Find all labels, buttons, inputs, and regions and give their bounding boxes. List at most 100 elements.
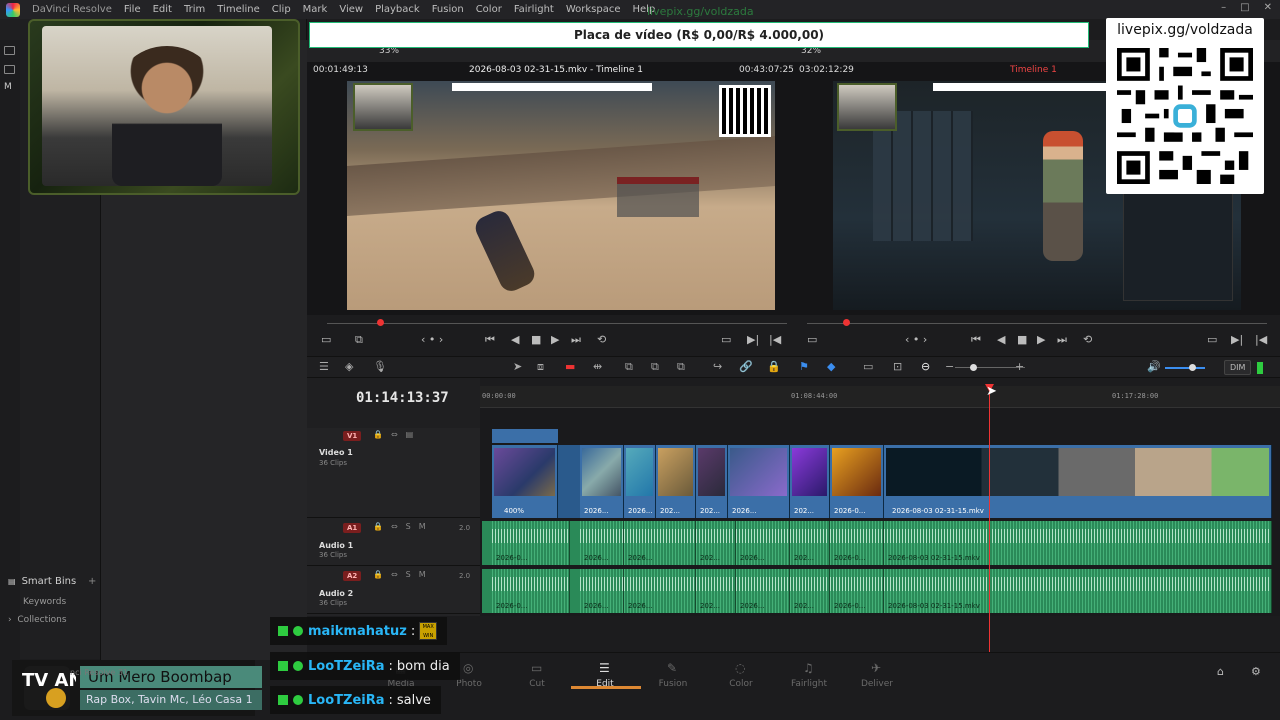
selection-tool-icon[interactable]: ➤ <box>513 360 522 373</box>
dynamic-trim-icon[interactable]: ⇹ <box>593 360 602 373</box>
match-frame-icon[interactable]: ▭ <box>1207 333 1217 346</box>
audio-clip[interactable]: 2026-0... <box>492 569 570 613</box>
panel-icon[interactable] <box>4 46 15 55</box>
track-header-a1[interactable]: A1 🔒⇔SM 2.0 Audio 1 36 Clips <box>307 520 480 566</box>
video-clip[interactable]: 2026... <box>580 445 624 518</box>
audio-clip[interactable]: 2026... <box>580 569 624 613</box>
menu-fairlight[interactable]: Fairlight <box>508 4 560 15</box>
minimize-button[interactable]: – <box>1221 2 1226 13</box>
link-icon[interactable]: 🔗 <box>739 360 753 373</box>
jog-icon[interactable]: ‹ • › <box>421 333 443 346</box>
go-to-start-icon[interactable]: ⏮ <box>971 333 981 347</box>
smart-bins-section[interactable]: ▤ Smart Bins + <box>8 576 96 587</box>
overlay-icon[interactable]: ⧉ <box>355 333 363 347</box>
audio-clip[interactable]: 202... <box>790 569 830 613</box>
viewer-options-icon[interactable]: ▭ <box>321 333 331 346</box>
menu-edit[interactable]: Edit <box>147 4 178 15</box>
video-clip[interactable]: 2026... <box>728 445 790 518</box>
page-deliver[interactable]: ✈ Deliver <box>847 661 907 689</box>
audio-clip[interactable]: 2026-08-03 02-31-15.mkv <box>884 521 1272 565</box>
trim-tool-icon[interactable]: ⧈ <box>537 360 544 374</box>
track-controls-icons[interactable]: 🔒⇔SM <box>373 522 434 531</box>
track-badge[interactable]: A1 <box>343 523 362 533</box>
audio-clip[interactable]: 2026-0... <box>830 521 884 565</box>
settings-gear-icon[interactable]: ⚙ <box>1251 665 1261 678</box>
speaker-icon[interactable]: 🔊 <box>1147 360 1161 373</box>
menu-workspace[interactable]: Workspace <box>560 4 627 15</box>
playhead-line[interactable] <box>989 386 990 652</box>
play-icon[interactable]: ▶ <box>1037 333 1045 346</box>
source-scrubber[interactable] <box>327 323 787 324</box>
audio-clip[interactable]: 202... <box>696 521 736 565</box>
menu-trim[interactable]: Trim <box>178 4 211 15</box>
audio-clip[interactable]: 2026... <box>580 521 624 565</box>
menu-fusion[interactable]: Fusion <box>426 4 470 15</box>
go-to-end-icon[interactable]: ⏭ <box>571 333 581 347</box>
match-frame-icon[interactable]: ▭ <box>721 333 731 346</box>
video-clip[interactable]: 202... <box>790 445 830 518</box>
video-clip[interactable]: 2026-0... <box>830 445 884 518</box>
menu-view[interactable]: View <box>333 4 369 15</box>
timeline-scrubber[interactable] <box>807 323 1267 324</box>
keywords-item[interactable]: Keywords <box>23 597 66 607</box>
mark-in-icon[interactable]: ▶| <box>747 333 759 346</box>
menu-clip[interactable]: Clip <box>266 4 297 15</box>
video-clip[interactable]: 2026... <box>624 445 656 518</box>
close-button[interactable]: ✕ <box>1264 2 1272 13</box>
lock-icon[interactable]: 🔒 <box>767 360 781 373</box>
source-clip-title[interactable]: 2026-08-03 02-31-15.mkv - Timeline 1 <box>469 65 643 75</box>
mark-in-icon[interactable]: ▶| <box>1231 333 1243 346</box>
source-playhead-marker[interactable] <box>377 319 384 326</box>
zoom-slider-knob[interactable] <box>970 364 977 371</box>
home-icon[interactable]: ⌂ <box>1217 665 1224 678</box>
video-clip[interactable]: 202... <box>656 445 696 518</box>
audio-clip[interactable]: 202... <box>696 569 736 613</box>
volume-slider[interactable] <box>1165 367 1205 369</box>
page-cut[interactable]: ▭ Cut <box>507 661 567 689</box>
go-to-end-icon[interactable]: ⏭ <box>1057 333 1067 347</box>
blade-tool-icon[interactable]: ▬ <box>565 360 575 373</box>
zoom-in-icon[interactable]: + <box>1015 360 1024 373</box>
collections-item[interactable]: › Collections <box>8 615 67 625</box>
menu-mark[interactable]: Mark <box>297 4 334 15</box>
jog-icon[interactable]: ‹ • › <box>905 333 927 346</box>
dim-button[interactable]: DIM <box>1224 360 1252 375</box>
track-controls-icons[interactable]: 🔒⇔SM <box>373 570 434 579</box>
video-clip[interactable]: 400% <box>492 445 558 518</box>
play-reverse-icon[interactable]: ◀ <box>511 333 519 346</box>
menu-timeline[interactable]: Timeline <box>211 4 266 15</box>
source-video-frame[interactable] <box>347 81 775 310</box>
page-fusion[interactable]: ✎ Fusion <box>643 661 703 689</box>
replace-icon[interactable]: ⧉ <box>677 360 685 374</box>
snapping-icon[interactable]: ↪ <box>713 360 722 373</box>
folder-icon[interactable] <box>4 65 15 74</box>
track-badge[interactable]: V1 <box>343 431 362 441</box>
flag-icon[interactable]: ⚑ <box>799 360 809 373</box>
menu-color[interactable]: Color <box>470 4 508 15</box>
timeline-playhead-marker[interactable] <box>843 319 850 326</box>
zoom-detail-icon[interactable]: ⊡ <box>893 360 902 373</box>
title-clip[interactable] <box>492 429 558 443</box>
master-bin-label[interactable]: M <box>4 82 20 92</box>
page-color[interactable]: ◌ Color <box>711 661 771 689</box>
timeline-timecode[interactable]: 01:14:13:37 <box>356 390 449 406</box>
microphone-icon[interactable]: 🎙 <box>373 360 387 373</box>
audio-clip[interactable]: 2026-08-03 02-31-15.mkv <box>884 569 1272 613</box>
audio-clip[interactable]: 2026... <box>624 569 696 613</box>
track-controls-icons[interactable]: 🔒⇔▤ <box>373 430 421 439</box>
audio-clip[interactable]: 2026... <box>736 569 790 613</box>
menu-playback[interactable]: Playback <box>369 4 426 15</box>
track-header-a2[interactable]: A2 🔒⇔SM 2.0 Audio 2 36 Clips <box>307 568 480 614</box>
menu-file[interactable]: File <box>118 4 147 15</box>
loop-icon[interactable]: ⟲ <box>1083 333 1092 346</box>
overwrite-icon[interactable]: ⧉ <box>651 360 659 374</box>
video-clip[interactable]: 2026-08-03 02-31-15.mkv <box>884 445 1272 518</box>
zoom-full-icon[interactable]: ▭ <box>863 360 873 373</box>
mark-out-icon[interactable]: |◀ <box>769 333 781 346</box>
zoom-out-icon[interactable]: − <box>945 360 954 373</box>
audio-clip[interactable]: 2026-0... <box>492 521 570 565</box>
track-badge[interactable]: A2 <box>343 571 362 581</box>
timeline-viewer-title[interactable]: Timeline 1 <box>1010 65 1057 75</box>
audio-clip[interactable]: 2026-0... <box>830 569 884 613</box>
timeline-view-icon[interactable]: ☰ <box>319 360 329 373</box>
